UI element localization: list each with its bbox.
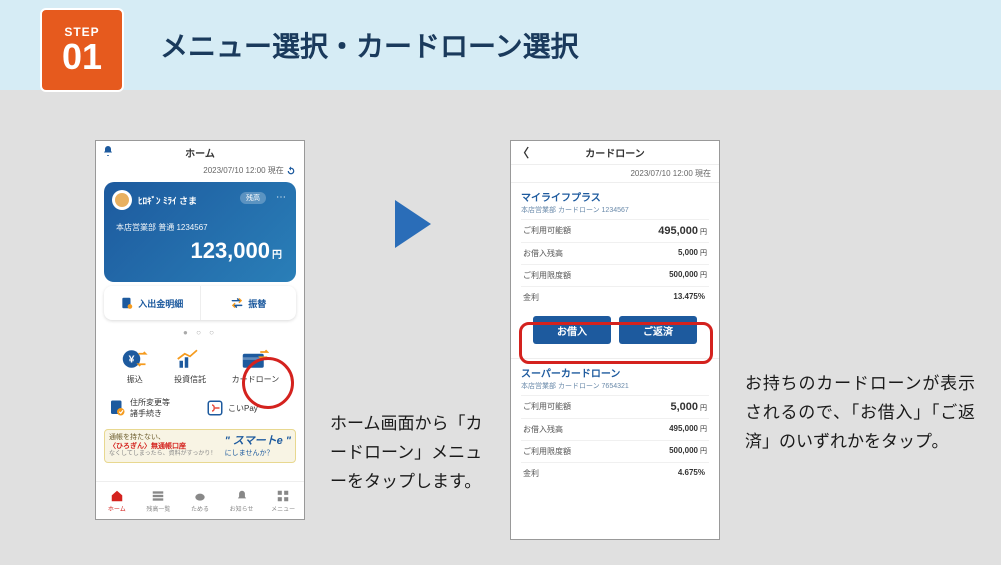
loan-card-1: マイライフプラス 本店営業部 カードローン 1234567 ご利用可能額495,… <box>511 182 719 354</box>
header-banner: メニュー選択・カードローン選択 <box>0 0 1001 90</box>
phone1-title: ホーム <box>185 145 215 160</box>
balance-card[interactable]: ﾋﾛｷﾞﾝ ﾐﾗｲ さま 残高 ⋯ 本店営業部 普通 1234567 123,0… <box>104 182 296 282</box>
icon-cardloan[interactable]: カードローン <box>232 347 280 385</box>
loan-row: ご利用可能額5,000円 <box>521 395 709 418</box>
account-line: 本店営業部 普通 1234567 <box>116 222 208 233</box>
icon-koipay[interactable]: こいPay <box>206 397 258 419</box>
caption-1: ホーム画面から「カードローン」メニューをタップします。 <box>330 410 490 497</box>
quick-actions: 入出金明細 振替 <box>104 286 296 320</box>
loan1-sub: 本店営業部 カードローン 1234567 <box>521 205 709 215</box>
svg-text:¥: ¥ <box>128 354 134 366</box>
loan-row: ご利用可能額495,000円 <box>521 219 709 242</box>
icon-remit[interactable]: ¥ 振込 <box>121 347 149 385</box>
loan1-title: マイライフプラス <box>521 189 709 204</box>
doc-icon <box>108 399 126 417</box>
loan1-buttons: お借入 ご返済 <box>521 308 709 354</box>
bell-icon <box>102 145 114 157</box>
badge-balance: 残高 <box>240 192 266 204</box>
back-icon[interactable]: 〈 <box>517 144 529 161</box>
phone2-title: カードローン <box>585 145 645 160</box>
loan-row: お借入残高5,000円 <box>521 242 709 264</box>
statement-icon <box>120 296 134 310</box>
balance-value: 123,000円 <box>190 238 282 264</box>
refresh-icon[interactable] <box>286 166 296 176</box>
tab-save[interactable]: ためる <box>179 482 221 519</box>
koipay-icon <box>206 399 224 417</box>
icon-address[interactable]: 住所変更等 諸手続き <box>108 397 170 419</box>
phone1-header: ホーム <box>96 141 304 163</box>
phone2-header: 〈 カードローン <box>511 141 719 165</box>
step-badge: STEP 01 <box>40 8 124 92</box>
tab-notice[interactable]: お知らせ <box>221 482 263 519</box>
bell2-icon <box>235 489 249 503</box>
pager-dots: ● ○ ○ <box>96 320 304 343</box>
phone2-timestamp: 2023/07/10 12:00 現在 <box>511 165 719 182</box>
yen-icon: ¥ <box>121 347 149 371</box>
piggy-icon <box>193 489 207 503</box>
caption-2: お持ちのカードローンが表示されるので、「お借入」「ご返済」のいずれかをタップ。 <box>745 370 975 457</box>
loan-row: 金利13.475% <box>521 286 709 308</box>
borrow-button[interactable]: お借入 <box>533 316 611 344</box>
card-icon <box>241 347 269 371</box>
phone1-timestamp: 2023/07/10 12:00 現在 <box>96 163 304 178</box>
repay-button[interactable]: ご返済 <box>619 316 697 344</box>
arrow-right-icon <box>395 200 431 248</box>
promo-banner[interactable]: 通帳を持たない、 〈ひろぎん〉無通帳口座 なくしてしまったら、資料がすっかり！ … <box>104 429 296 463</box>
loan-card-2: スーパーカードローン 本店営業部 カードローン 7654321 ご利用可能額5,… <box>511 358 719 484</box>
avatar <box>112 190 132 210</box>
loan-row: ご利用限度額500,000円 <box>521 440 709 462</box>
user-name: ﾋﾛｷﾞﾝ ﾐﾗｲ さま <box>138 194 197 207</box>
loan2-title: スーパーカードローン <box>521 365 709 380</box>
tab-menu[interactable]: メニュー <box>262 482 304 519</box>
home-icon <box>110 489 124 503</box>
action-statement[interactable]: 入出金明細 <box>104 286 200 320</box>
icon-invest[interactable]: 投資信託 <box>174 347 206 385</box>
phone-home: ホーム 2023/07/10 12:00 現在 ﾋﾛｷﾞﾝ ﾐﾗｲ さま 残高 … <box>95 140 305 520</box>
transfer-icon <box>230 296 244 310</box>
loan-row: お借入残高495,000円 <box>521 418 709 440</box>
loan2-sub: 本店営業部 カードローン 7654321 <box>521 381 709 391</box>
address-label: 住所変更等 諸手続き <box>130 397 170 419</box>
chart-icon <box>176 347 204 371</box>
loan-row: 金利4.675% <box>521 462 709 484</box>
menu-icons-row: ¥ 振込 投資信託 カードローン <box>96 343 304 391</box>
phone-cardloan: 〈 カードローン 2023/07/10 12:00 現在 マイライフプラス 本店… <box>510 140 720 540</box>
tab-balance[interactable]: 残高一覧 <box>138 482 180 519</box>
step-number: 01 <box>62 39 102 75</box>
action-transfer[interactable]: 振替 <box>200 286 297 320</box>
loan-row: ご利用限度額500,000円 <box>521 264 709 286</box>
list-icon <box>151 489 165 503</box>
menu-row2: 住所変更等 諸手続き こいPay <box>96 391 304 425</box>
tabbar: ホーム 残高一覧 ためる お知らせ メニュー <box>96 481 304 519</box>
more-icon[interactable]: ⋯ <box>276 192 286 203</box>
header-title: メニュー選択・カードローン選択 <box>160 25 579 65</box>
grid-icon <box>276 489 290 503</box>
tab-home[interactable]: ホーム <box>96 482 138 519</box>
